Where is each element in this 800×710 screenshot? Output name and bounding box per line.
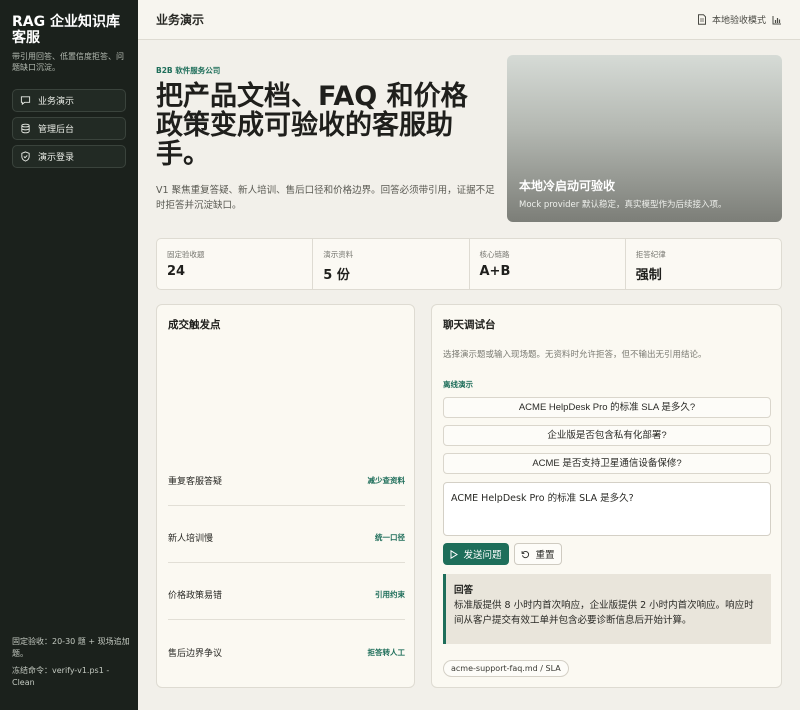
trigger-label: 新人培训慢 [168, 533, 214, 544]
stats-strip: 固定验收题 24 演示资料 5 份 核心链路 A+B 拒答纪律 强制 [156, 238, 782, 290]
stat-value: 5 份 [323, 268, 350, 283]
preset-question-button[interactable]: 企业版是否包含私有化部署? [443, 425, 771, 446]
stat-item: 核心链路 A+B [470, 239, 626, 289]
sidebar-item-admin[interactable]: 管理后台 [12, 117, 126, 140]
trigger-label: 重复客服答疑 [168, 476, 223, 487]
list-item: 重复客服答疑 减少查资料 [168, 473, 405, 487]
list-item: 售后边界争议 拒答转人工 [168, 645, 405, 659]
stat-value: 24 [167, 264, 186, 279]
trigger-tag: 引用约束 [375, 589, 405, 599]
divider [168, 505, 405, 506]
stat-item: 演示资料 5 份 [313, 239, 470, 289]
sidebar-nav: 业务演示 管理后台 演示登录 [12, 89, 126, 168]
sidebar-item-label: 业务演示 [38, 97, 75, 107]
mode-indicator[interactable]: 本地验收模式 [697, 13, 782, 26]
mode-label: 本地验收模式 [711, 16, 766, 26]
list-item: 新人培训慢 统一口径 [168, 530, 405, 544]
hero-image-title: 本地冷启动可验收 [519, 179, 616, 193]
stat-label: 核心链路 [479, 250, 510, 259]
preset-question-button[interactable]: ACME HelpDesk Pro 的标准 SLA 是多久? [443, 397, 771, 418]
reset-button[interactable]: 重置 [514, 543, 562, 565]
reset-icon [521, 550, 530, 559]
hero-title: 把产品文档、FAQ 和价格政策变成可验收的客服助手。 [156, 81, 468, 170]
freeze-command: 冻结命令：verify-v1.ps1 -Clean [12, 666, 110, 687]
sidebar-item-label: 管理后台 [38, 125, 75, 135]
citation-chip[interactable]: acme-support-faq.md / SLA [443, 660, 569, 677]
chat-title: 聊天调试台 [443, 319, 496, 331]
divider [168, 562, 405, 563]
sidebar-item-login[interactable]: 演示登录 [12, 145, 126, 168]
stat-item: 拒答纪律 强制 [626, 239, 781, 289]
trigger-label: 价格政策易错 [168, 590, 223, 601]
divider [168, 619, 405, 620]
main-content: B2B 软件服务公司 把产品文档、FAQ 和价格政策变成可验收的客服助手。 V1… [138, 40, 800, 710]
presets-hint: 离线演示 [443, 380, 473, 389]
app-subtitle: 带引用回答、低置信度拒答、问题缺口沉淀。 [12, 52, 124, 72]
hero-image-subtitle: Mock provider 默认稳定，真实模型作为后续接入项。 [519, 200, 727, 210]
trigger-label: 售后边界争议 [168, 648, 223, 659]
sidebar-footer: 固定验收：20-30 题 + 现场追加题。 冻结命令：verify-v1.ps1… [12, 636, 130, 694]
send-label: 发送问题 [463, 550, 502, 561]
stat-item: 固定验收题 24 [157, 239, 314, 289]
triggers-card: 成交触发点 重复客服答疑 减少查资料 新人培训慢 统一口径 价格政策易错 引用约… [156, 304, 415, 688]
question-input[interactable]: ACME HelpDesk Pro 的标准 SLA 是多久? [443, 482, 771, 536]
answer-body: 标准版提供 8 小时内首次响应，企业版提供 2 小时内首次响应。响应时间从客户提… [454, 600, 754, 626]
chat-console-card: 聊天调试台 选择演示题或输入现场题。无资料时允许拒答，但不输出无引用结论。 离线… [431, 304, 782, 688]
trigger-tag: 减少查资料 [367, 475, 406, 485]
stat-value: 强制 [635, 268, 662, 283]
stat-label: 演示资料 [323, 250, 354, 259]
play-icon [450, 549, 459, 559]
chat-icon [20, 95, 31, 106]
hero-description: V1 聚焦重复答疑、新人培训、售后口径和价格边界。回答必须带引用，证据不足时拒答… [156, 185, 495, 211]
reset-label: 重置 [535, 550, 555, 561]
trigger-tag: 拒答转人工 [367, 647, 406, 657]
database-icon [20, 123, 31, 134]
hero-image: 本地冷启动可验收 Mock provider 默认稳定，真实模型作为后续接入项。 [507, 55, 782, 222]
sidebar: RAG 企业知识库客服 带引用回答、低置信度拒答、问题缺口沉淀。 业务演示 管理… [0, 0, 138, 710]
shield-icon [20, 151, 31, 162]
page-title: 业务演示 [156, 13, 205, 27]
acceptance-note: 固定验收：20-30 题 + 现场追加题。 [12, 637, 130, 658]
sidebar-item-label: 演示登录 [38, 153, 75, 163]
answer-panel: 回答 标准版提供 8 小时内首次响应，企业版提供 2 小时内首次响应。响应时间从… [443, 574, 771, 644]
list-item: 价格政策易错 引用约束 [168, 587, 405, 601]
stat-value: A+B [479, 264, 511, 279]
sidebar-item-demo[interactable]: 业务演示 [12, 89, 126, 112]
stat-label: 拒答纪律 [635, 250, 666, 259]
answer-title: 回答 [454, 585, 474, 596]
preset-question-button[interactable]: ACME 是否支持卫星通信设备保修? [443, 453, 771, 474]
triggers-title: 成交触发点 [168, 319, 221, 331]
chat-description: 选择演示题或输入现场题。无资料时允许拒答，但不输出无引用结论。 [443, 350, 707, 360]
bar-chart-icon[interactable] [772, 15, 782, 25]
stat-label: 固定验收题 [167, 250, 205, 259]
send-button[interactable]: 发送问题 [443, 543, 509, 565]
trigger-tag: 统一口径 [375, 532, 405, 542]
document-icon [697, 14, 707, 25]
app-title: RAG 企业知识库客服 [12, 14, 120, 46]
hero-eyebrow: B2B 软件服务公司 [156, 66, 221, 75]
topbar: 业务演示 本地验收模式 [138, 0, 800, 40]
